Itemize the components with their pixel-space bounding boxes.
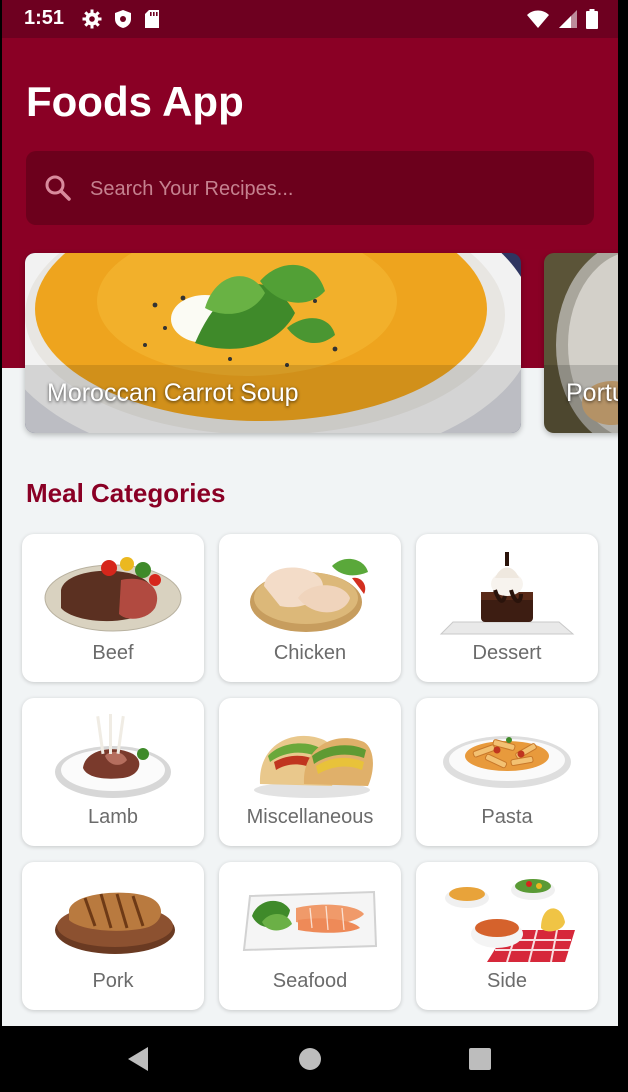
search-bar[interactable] (26, 151, 594, 225)
back-icon[interactable] (126, 1046, 150, 1072)
chicken-image (250, 558, 368, 632)
wifi-icon (526, 9, 550, 34)
category-label: Pasta (481, 806, 533, 828)
pork-image (55, 892, 175, 954)
status-bar: 1:51 (2, 0, 618, 38)
carousel-card-title: Portu (566, 379, 618, 407)
category-tile-pork[interactable]: Pork (22, 862, 204, 1010)
navigation-bar (0, 1026, 628, 1092)
beef-image (44, 557, 182, 632)
lamb-image (55, 714, 171, 798)
status-icons-right (526, 9, 598, 34)
home-button[interactable] (290, 1026, 330, 1092)
gear-icon (82, 9, 102, 34)
pasta-image (443, 736, 571, 788)
category-label: Dessert (472, 642, 542, 664)
status-time: 1:51 (24, 7, 65, 29)
category-tile-miscellaneous[interactable]: Miscellaneous (219, 698, 401, 846)
battery-icon (586, 9, 598, 34)
search-icon[interactable] (44, 174, 72, 207)
miscellaneous-image (254, 735, 373, 798)
category-label: Miscellaneous (246, 806, 374, 828)
category-tile-pasta[interactable]: Pasta (416, 698, 598, 846)
category-label: Seafood (272, 970, 348, 992)
category-tile-chicken[interactable]: Chicken (219, 534, 401, 682)
category-tile-beef[interactable]: Beef (22, 534, 204, 682)
category-label: Lamb (87, 806, 139, 828)
category-label: Pork (92, 970, 134, 992)
carousel-card-title: Moroccan Carrot Soup (47, 379, 299, 407)
app-screen: 1:51 Foods App Search Your Recipes... Mo… (2, 0, 618, 1026)
carousel-card[interactable]: Portu (544, 253, 618, 433)
signal-icon (558, 9, 578, 34)
carousel-card[interactable]: Moroccan Carrot Soup (25, 253, 521, 433)
recents-icon[interactable] (468, 1047, 492, 1071)
section-title: Meal Categories (26, 478, 226, 508)
sd-card-icon (144, 9, 160, 34)
category-label: Side (486, 970, 528, 992)
side-image (445, 879, 575, 963)
recents-button[interactable] (460, 1026, 500, 1092)
category-tile-seafood[interactable]: Seafood (219, 862, 401, 1010)
category-tile-side[interactable]: Side (416, 862, 598, 1010)
app-title: Foods App (26, 78, 244, 125)
shield-icon (114, 9, 132, 34)
search-input[interactable] (90, 175, 570, 203)
home-icon[interactable] (298, 1047, 322, 1071)
category-label: Beef (92, 642, 134, 664)
status-icons-left (82, 9, 160, 34)
dessert-image (439, 552, 575, 635)
back-button[interactable] (118, 1026, 158, 1092)
category-tile-dessert[interactable]: Dessert (416, 534, 598, 682)
seafood-image (242, 890, 378, 952)
category-label: Chicken (273, 642, 347, 664)
category-tile-lamb[interactable]: Lamb (22, 698, 204, 846)
